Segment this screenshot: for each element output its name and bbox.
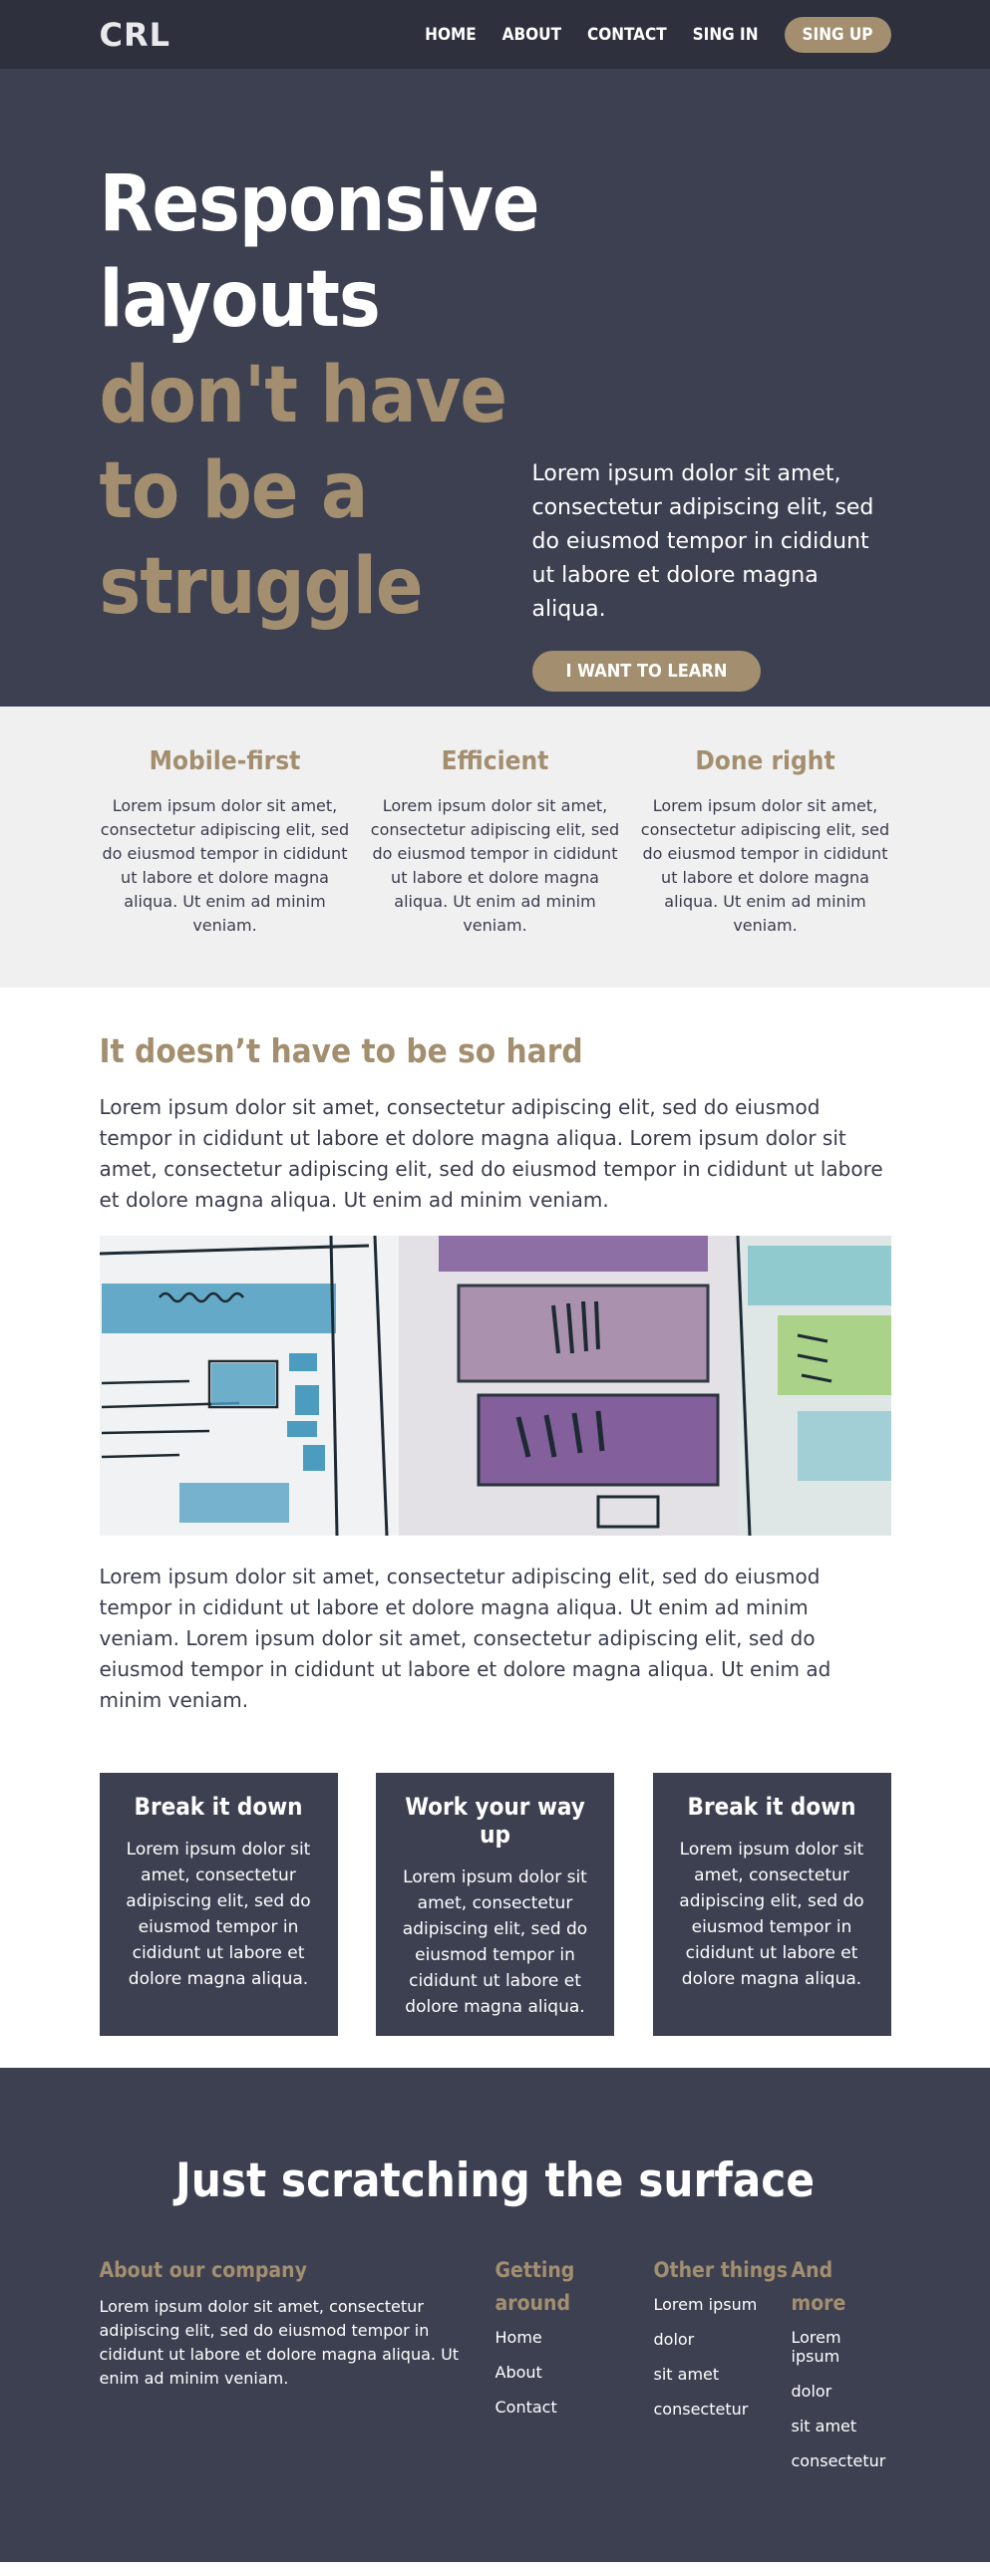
hero-title-line: Responsive (99, 159, 540, 249)
footer-column-title: And more (791, 2258, 846, 2315)
footer-link[interactable]: consectetur (654, 2400, 792, 2419)
nav-about-link[interactable]: ABOUT (502, 25, 561, 45)
footer-other-things: Other things Lorem ipsum dolor sit amet … (654, 2254, 792, 2486)
footer-link[interactable]: dolor (654, 2330, 792, 2349)
learn-button[interactable]: I WANT TO LEARN (531, 651, 762, 692)
feature-title: Mobile-first (149, 746, 301, 776)
footer-about: About our company Lorem ipsum dolor sit … (100, 2254, 495, 2486)
card-title: Work your way up (405, 1793, 585, 1849)
feature-done-right: Done right Lorem ipsum dolor sit amet, c… (640, 746, 891, 938)
hero-title-line: don't have (99, 351, 508, 440)
footer-link[interactable]: sit amet (654, 2365, 792, 2384)
wireframe-sketch-image (99, 1236, 891, 1536)
footer-link[interactable]: sit amet (792, 2417, 891, 2435)
main-nav: HOME ABOUT CONTACT SING IN SING UP (399, 16, 891, 53)
nav-signin-link[interactable]: SING IN (693, 25, 759, 45)
feature-title: Efficient (441, 746, 549, 776)
feature-text: Lorem ipsum dolor sit amet, consectetur … (640, 796, 890, 935)
hero-title-line: layouts (99, 255, 381, 345)
footer-link[interactable]: Contact (495, 2398, 654, 2417)
feature-text: Lorem ipsum dolor sit amet, consectetur … (370, 796, 620, 935)
hero-intro: Lorem ipsum dolor sit amet, consectetur … (531, 156, 891, 692)
card-title: Break it down (134, 1793, 303, 1821)
signup-button[interactable]: SING UP (784, 16, 891, 53)
card-text: Lorem ipsum dolor sit amet, consectetur … (126, 1840, 311, 1989)
footer-column-title: About our company (99, 2258, 307, 2282)
nav-home-link[interactable]: HOME (425, 25, 476, 45)
hero-title: Responsive layouts don't have to be a st… (99, 156, 540, 692)
footer: Just scratching the surface About our co… (0, 2068, 990, 2562)
footer-getting-around: Getting around Home About Contact (495, 2254, 654, 2486)
hero-text: Lorem ipsum dolor sit amet, consectetur … (531, 461, 874, 622)
feature-efficient: Efficient Lorem ipsum dolor sit amet, co… (370, 746, 621, 938)
card-text: Lorem ipsum dolor sit amet, consectetur … (679, 1840, 864, 1989)
nav-contact-link[interactable]: CONTACT (587, 25, 667, 45)
footer-link[interactable]: dolor (792, 2382, 891, 2401)
feature-mobile-first: Mobile-first Lorem ipsum dolor sit amet,… (100, 746, 351, 938)
logo[interactable]: CRL (100, 16, 171, 54)
article-paragraph: Lorem ipsum dolor sit amet, consectetur … (99, 1095, 883, 1212)
top-navbar: CRL HOME ABOUT CONTACT SING IN SING UP (0, 0, 990, 69)
footer-and-more: And more Lorem ipsum dolor sit amet cons… (792, 2254, 891, 2486)
cards-row: Break it down Lorem ipsum dolor sit amet… (99, 1773, 891, 2068)
card-title: Break it down (687, 1793, 856, 1821)
article-paragraph: Lorem ipsum dolor sit amet, consectetur … (99, 1565, 831, 1712)
footer-about-text: Lorem ipsum dolor sit amet, consectetur … (99, 2297, 460, 2388)
card-text: Lorem ipsum dolor sit amet, consectetur … (402, 1867, 588, 2017)
hero-section: Responsive layouts don't have to be a st… (0, 69, 990, 707)
card: Break it down Lorem ipsum dolor sit amet… (99, 1773, 338, 2036)
card: Work your way up Lorem ipsum dolor sit a… (376, 1773, 614, 2036)
footer-link[interactable]: consectetur (792, 2451, 891, 2470)
feature-text: Lorem ipsum dolor sit amet, consectetur … (100, 796, 350, 935)
footer-link[interactable]: About (495, 2363, 654, 2382)
footer-link[interactable]: Lorem ipsum (654, 2295, 792, 2314)
footer-column-title: Getting around (495, 2258, 575, 2315)
hero-title-line: struggle (99, 542, 424, 632)
hero-title-line: to be a (99, 446, 369, 536)
card: Break it down Lorem ipsum dolor sit amet… (652, 1773, 891, 2036)
feature-title: Done right (695, 746, 835, 776)
article-section: It doesn’t have to be so hard Lorem ipsu… (0, 988, 990, 2068)
footer-link[interactable]: Home (495, 2328, 654, 2347)
footer-column-title: Other things (653, 2258, 788, 2282)
features-section: Mobile-first Lorem ipsum dolor sit amet,… (0, 707, 990, 988)
footer-heading: Just scratching the surface (174, 2153, 816, 2208)
footer-link[interactable]: Lorem ipsum (792, 2328, 891, 2366)
article-heading: It doesn’t have to be so hard (99, 1031, 583, 1070)
